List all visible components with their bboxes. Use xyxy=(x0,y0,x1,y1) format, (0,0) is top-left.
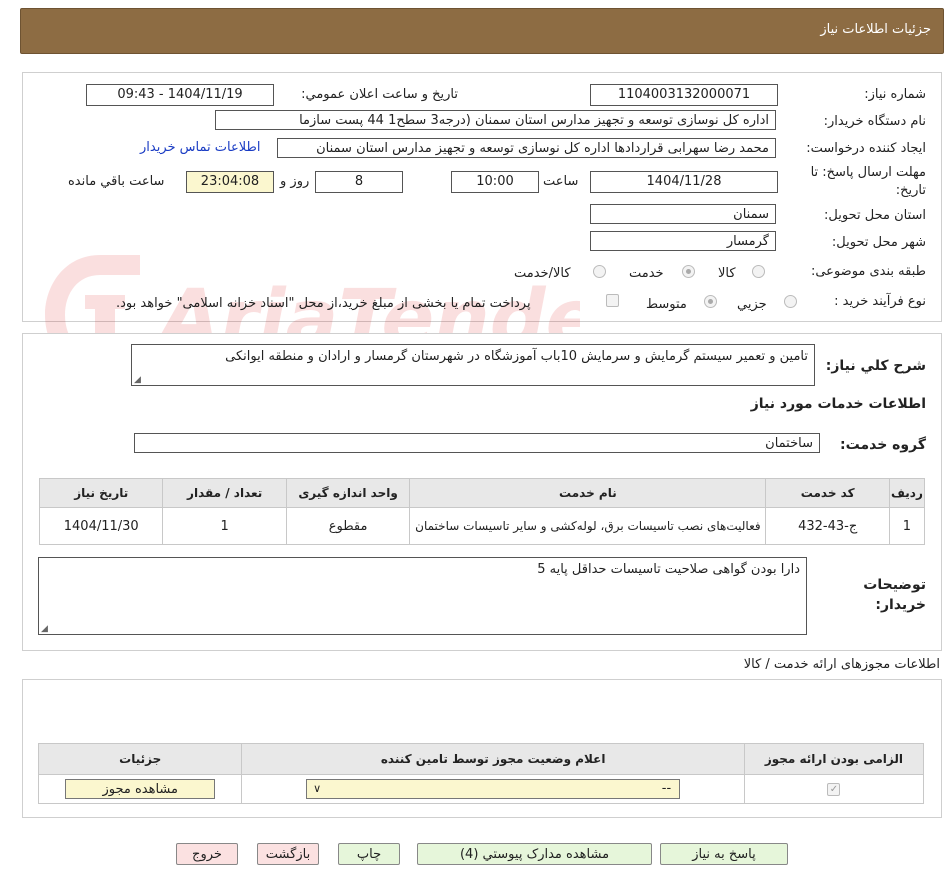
permit-status-value: -- xyxy=(661,781,672,796)
announce-field: 1404/11/19 - 09:43 xyxy=(86,84,274,106)
services-section-title: اطلاعات خدمات مورد نیاز xyxy=(750,396,926,412)
need-number-field: 1104003132000071 xyxy=(590,84,778,106)
days-field: 8 xyxy=(315,171,403,193)
deadline-date-field: 1404/11/28 xyxy=(590,171,778,193)
service-group-field: ساختمان xyxy=(134,433,820,453)
view-permit-button[interactable]: مشاهده مجوز xyxy=(65,779,216,799)
deadline-label-2: تاریخ: xyxy=(895,183,926,198)
permits-table-header: الزامی بودن ارائه مجوز اعلام وضعیت مجوز … xyxy=(37,743,925,775)
remaining-label: ساعت باقي مانده xyxy=(68,174,165,189)
category-label: طبقه بندی موضوعی: xyxy=(810,264,926,279)
category-option-service: خدمت xyxy=(629,266,664,281)
cell-permit-required: ✓ xyxy=(743,774,925,804)
treasury-payment-checkbox[interactable] xyxy=(606,294,619,307)
category-option-goods: کالا xyxy=(718,266,736,281)
exit-button[interactable]: خروج xyxy=(176,843,238,865)
col-name: نام خدمت xyxy=(409,478,767,508)
resize-handle-icon[interactable]: ◢ xyxy=(41,624,48,634)
resize-handle-icon[interactable]: ◢ xyxy=(134,375,141,385)
remaining-time-field: 23:04:08 xyxy=(186,171,274,193)
back-button[interactable]: بازگشت xyxy=(257,843,319,865)
announce-label: تاریخ و ساعت اعلان عمومي: xyxy=(301,87,458,102)
buyer-org-label: نام دستگاه خریدار: xyxy=(823,114,926,129)
buyer-notes-field[interactable]: دارا بودن گواهی صلاحیت تاسیسات حداقل پای… xyxy=(38,557,807,635)
col-date: تاریخ نیاز xyxy=(38,478,164,508)
category-option-goods-service: کالا/خدمت xyxy=(514,266,571,281)
required-check-icon: ✓ xyxy=(827,782,841,796)
buyer-notes-label-2: خریدار: xyxy=(875,597,926,613)
col-unit: واحد اندازه گیری xyxy=(285,478,411,508)
days-label: روز و xyxy=(280,174,310,189)
cell-name: فعالیت‌های نصب تاسیسات برق، لوله‌کشی و س… xyxy=(409,507,767,545)
services-table-header: ردیف کد خدمت نام خدمت واحد اندازه گیری ت… xyxy=(38,478,926,508)
process-radio-medium[interactable] xyxy=(704,295,717,308)
table-row: 1 ج-43-432 فعالیت‌های نصب تاسیسات برق، ل… xyxy=(38,507,926,545)
permits-title: اطلاعات مجوزهای ارائه خدمت / کالا xyxy=(743,657,940,672)
treasury-payment-note: پرداخت تمام یا بخشی از مبلغ خرید،از محل … xyxy=(116,296,531,311)
city-label: شهر محل تحویل: xyxy=(831,235,926,250)
service-group-label: گروه خدمت: xyxy=(840,437,926,453)
summary-text: تامین و تعمیر سیستم گرمایش و سرمایش 10با… xyxy=(225,349,808,364)
process-radio-small[interactable] xyxy=(784,295,797,308)
col-row: ردیف xyxy=(888,478,926,508)
category-radio-goods[interactable] xyxy=(752,265,765,278)
cell-date: 1404/11/30 xyxy=(38,507,164,545)
deadline-time-label: ساعت xyxy=(543,174,579,189)
summary-label: شرح کلي نیاز: xyxy=(825,358,926,374)
cell-permit-status: -- ∨ xyxy=(241,774,745,804)
services-table: ردیف کد خدمت نام خدمت واحد اندازه گیری ت… xyxy=(38,478,926,545)
cell-unit: مقطوع xyxy=(285,507,411,545)
cell-row: 1 xyxy=(888,507,926,545)
category-radio-goods-service[interactable] xyxy=(593,265,606,278)
table-row: ✓ -- ∨ مشاهده مجوز xyxy=(37,774,925,804)
col-code: کد خدمت xyxy=(765,478,890,508)
summary-field[interactable]: تامین و تعمیر سیستم گرمایش و سرمایش 10با… xyxy=(131,344,815,386)
page-header: جزئیات اطلاعات نیاز xyxy=(20,8,944,54)
city-field: گرمسار xyxy=(590,231,776,251)
attachments-button[interactable]: مشاهده مدارک پیوستي (4) xyxy=(417,843,652,865)
buyer-org-field: اداره کل نوسازی توسعه و تجهیز مدارس استا… xyxy=(215,110,776,130)
buyer-notes-text: دارا بودن گواهی صلاحیت تاسیسات حداقل پای… xyxy=(537,562,800,577)
cell-qty: 1 xyxy=(162,507,287,545)
cell-code: ج-43-432 xyxy=(765,507,890,545)
print-button[interactable]: چاپ xyxy=(338,843,400,865)
creator-label: ایجاد کننده درخواست: xyxy=(806,141,926,156)
permit-status-select[interactable]: -- ∨ xyxy=(306,779,681,799)
province-field: سمنان xyxy=(590,204,776,224)
need-number-label: شماره نیاز: xyxy=(864,87,926,102)
chevron-down-icon: ∨ xyxy=(313,782,322,795)
process-label: نوع فرآیند خرید : xyxy=(834,294,926,309)
deadline-label: مهلت ارسال پاسخ: تا xyxy=(810,165,926,180)
province-label: استان محل تحویل: xyxy=(824,208,926,223)
creator-field: محمد رضا سهرابی قراردادها اداره کل نوساز… xyxy=(277,138,776,158)
col-permit-required: الزامی بودن ارائه مجوز xyxy=(743,743,925,775)
buyer-notes-label: توضیحات xyxy=(863,577,926,593)
process-option-medium: متوسط xyxy=(646,297,687,312)
category-radio-service[interactable] xyxy=(682,265,695,278)
col-permit-details: جزئیات xyxy=(37,743,243,775)
cell-permit-details: مشاهده مجوز xyxy=(37,774,243,804)
page-title: جزئیات اطلاعات نیاز xyxy=(820,22,931,37)
process-option-small: جزیي xyxy=(737,297,767,312)
reply-button[interactable]: پاسخ به نیاز xyxy=(660,843,788,865)
col-permit-status: اعلام وضعیت مجوز توسط تامین کننده xyxy=(241,743,745,775)
col-qty: تعداد / مقدار xyxy=(162,478,287,508)
contact-buyer-link[interactable]: اطلاعات تماس خریدار xyxy=(140,140,260,155)
permits-table: الزامی بودن ارائه مجوز اعلام وضعیت مجوز … xyxy=(37,743,925,804)
deadline-time-field: 10:00 xyxy=(451,171,539,193)
